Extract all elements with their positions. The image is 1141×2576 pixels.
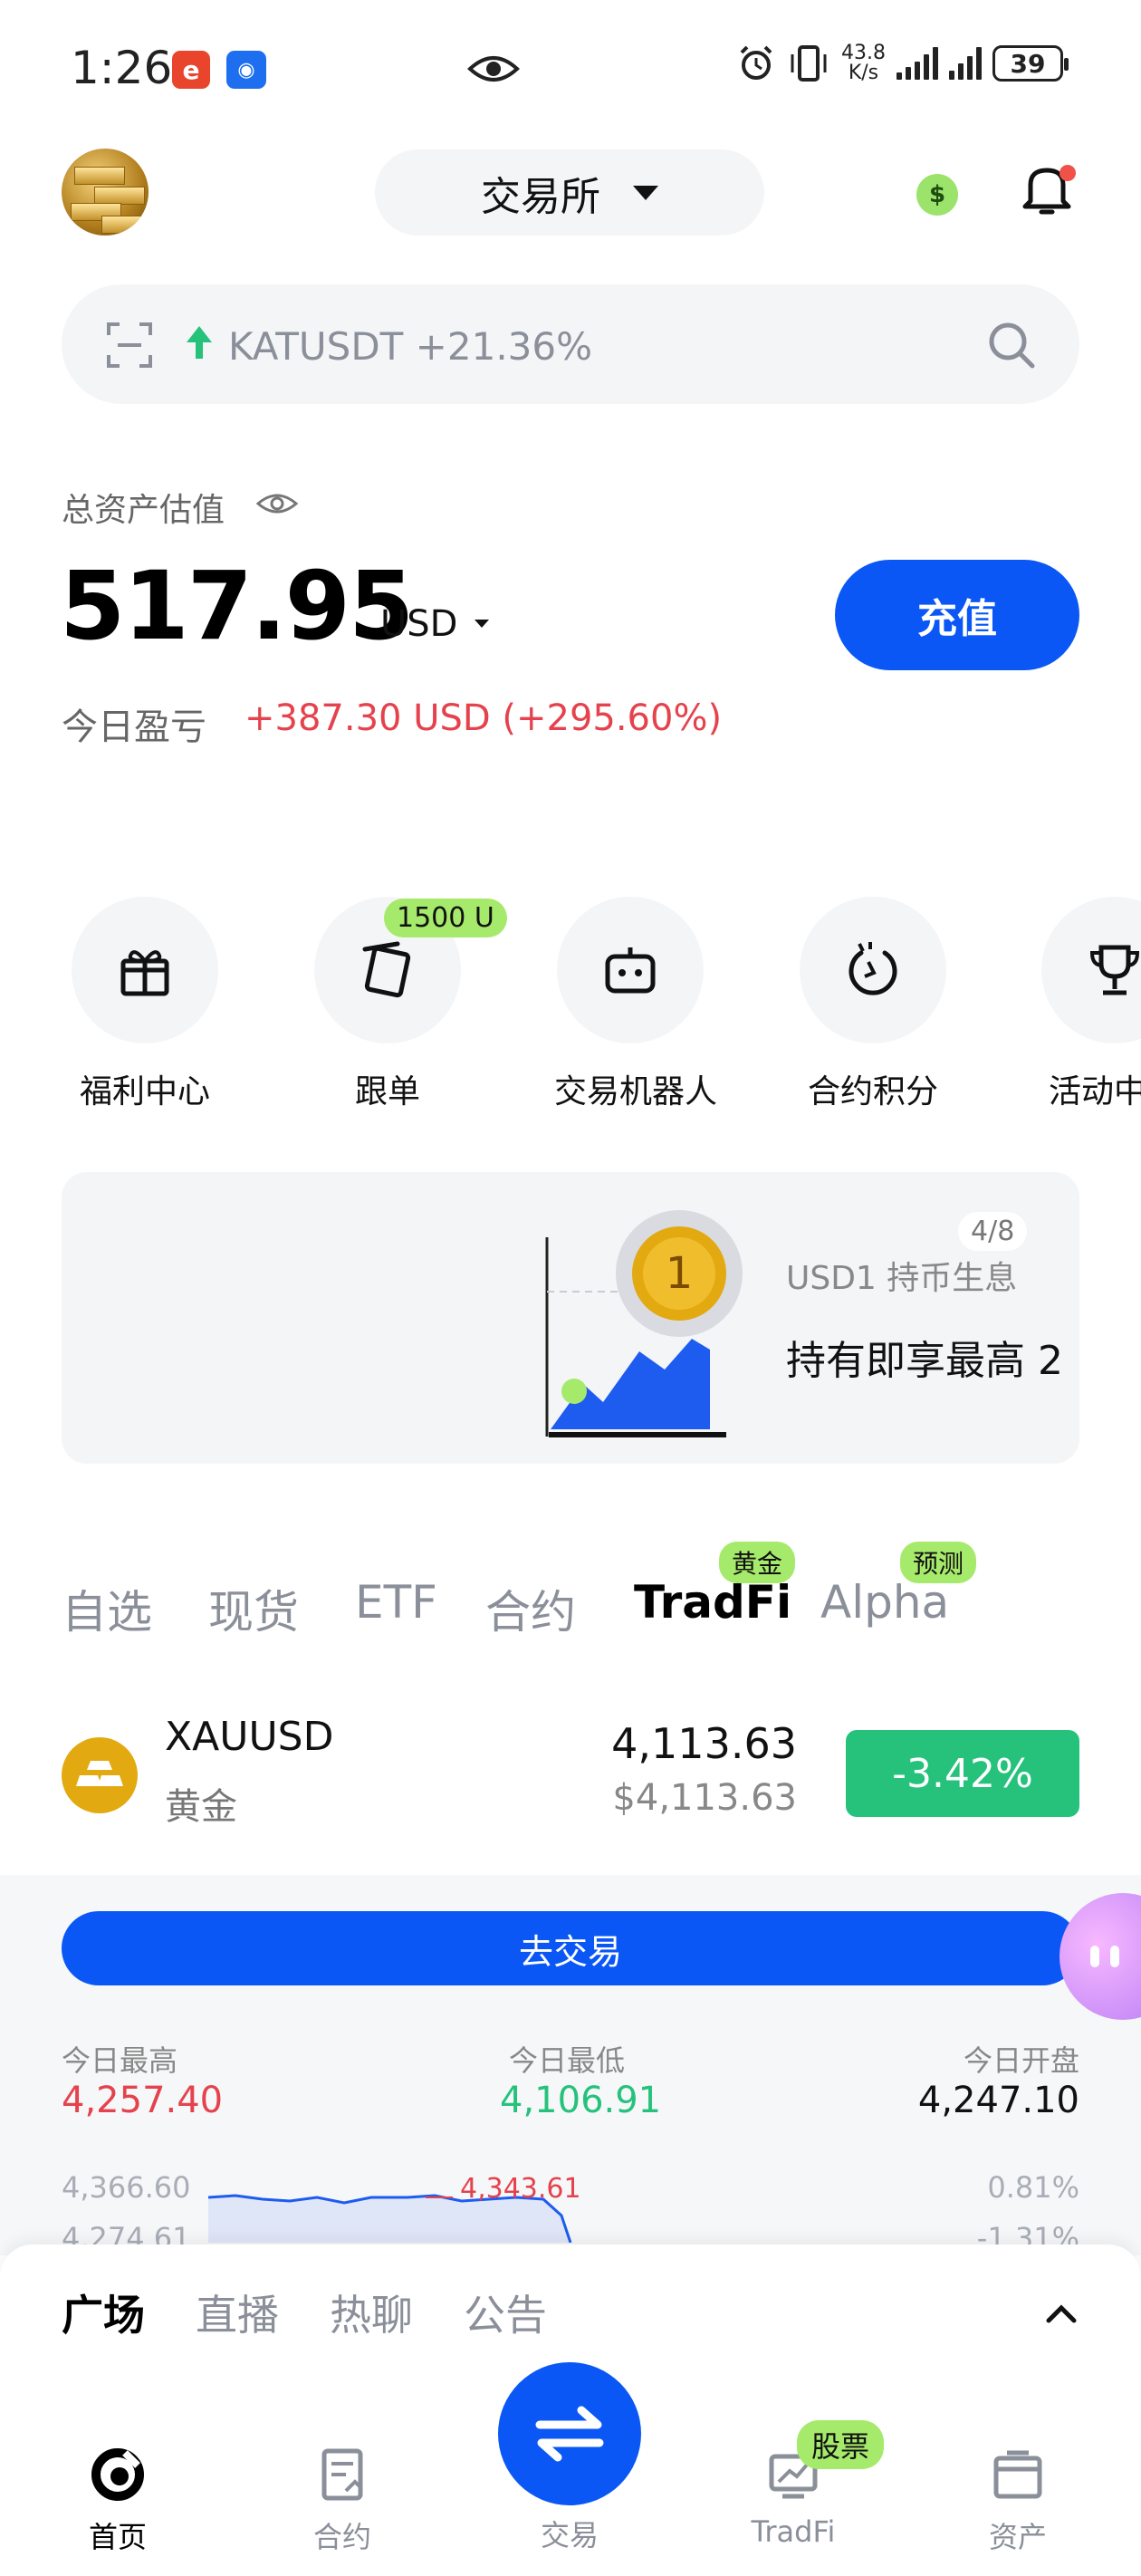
swap-icon: [535, 2406, 604, 2462]
market-change-badge[interactable]: -3.42%: [846, 1730, 1079, 1817]
today-open-label: 今日开盘: [963, 2043, 1079, 2078]
contract-icon: [321, 2448, 363, 2501]
today-low-label: 今日最低: [509, 2043, 626, 2078]
avatar[interactable]: [62, 149, 149, 235]
banner-counter: 4/8: [958, 1212, 1028, 1251]
wallet-icon: [993, 2450, 1042, 2499]
tradfi-stock-badge: 股票: [797, 2420, 885, 2469]
axis-top-label: 4,366.60: [62, 2170, 191, 2205]
tab-alpha[interactable]: Alpha: [820, 1576, 949, 1629]
tab-tradfi[interactable]: TradFi: [634, 1576, 791, 1629]
points-icon: [849, 942, 897, 995]
market-name: 黄金: [165, 1786, 237, 1828]
today-high-label: 今日最高: [62, 2043, 178, 2078]
shortcut-trading-bot[interactable]: 交易机器人: [554, 897, 717, 1112]
caret-down-icon: [633, 185, 658, 200]
today-open-value: 4,247.10: [917, 2080, 1079, 2121]
nav-assets[interactable]: 资产: [964, 2446, 1072, 2556]
copy-trade-badge: 1500 U: [384, 899, 507, 937]
banner-illustration: 1: [545, 1210, 743, 1437]
home-icon: [91, 2448, 144, 2501]
banner-subtitle: 持有即享最高 2: [786, 1338, 1063, 1384]
pnl-value: +387.30 USD (+295.60%): [244, 697, 723, 739]
network-speed: 43.8 K/s: [841, 42, 886, 84]
app-notification-icon: e: [172, 51, 210, 89]
eye-toggle-icon[interactable]: [255, 489, 299, 518]
gift-icon: [120, 950, 169, 996]
trend-up-icon: [187, 326, 212, 359]
tab-watchlist[interactable]: 自选: [62, 1576, 152, 1641]
signal-icon: [896, 47, 938, 80]
battery-icon: 39: [992, 45, 1069, 82]
market-price-usd: $4,113.63: [612, 1777, 797, 1819]
gold-logo-icon: [62, 1737, 138, 1813]
notification-dot: [1060, 165, 1076, 181]
vibrate-icon: [791, 45, 827, 82]
go-trade-button[interactable]: 去交易: [62, 1911, 1079, 1985]
app-notification-icon-2: ◉: [226, 51, 266, 89]
search-trend-text: KATUSDT +21.36%: [228, 324, 593, 369]
banner-title: USD1 持币生息: [786, 1260, 1018, 1297]
balance-value: 517.95: [60, 551, 414, 661]
copy-trade-icon: [362, 941, 411, 998]
nav-home[interactable]: 首页: [63, 2446, 172, 2556]
nav-trade-button[interactable]: [498, 2362, 641, 2505]
alarm-icon: [740, 45, 772, 80]
deposit-button[interactable]: 充值: [835, 560, 1079, 670]
search-icon[interactable]: [985, 319, 1038, 371]
scan-icon[interactable]: [105, 321, 154, 370]
shortcut-welfare-center[interactable]: 福利中心: [69, 897, 221, 1112]
gold-bars-icon: [76, 1761, 123, 1786]
status-time: 1:26: [71, 42, 173, 94]
tab-contract[interactable]: 合约: [485, 1576, 576, 1641]
dollar-icon[interactable]: $: [916, 174, 958, 216]
feed-tab-hot-chat[interactable]: 热聊: [330, 2283, 413, 2342]
coin-number: 1: [666, 1248, 694, 1299]
tab-badge-predict: 预测: [900, 1542, 977, 1583]
pnl-label: 今日盈亏: [62, 706, 206, 748]
currency-unit-selector[interactable]: USD: [380, 603, 457, 645]
exchange-label: 交易所: [481, 173, 600, 220]
shortcut-contract-points[interactable]: 合约积分: [797, 897, 949, 1112]
feed-tab-announcement[interactable]: 公告: [464, 2283, 547, 2342]
robot-icon: [605, 947, 656, 994]
status-right-cluster: 43.8 K/s 39: [736, 42, 1069, 84]
nav-contract[interactable]: 合约: [288, 2446, 397, 2556]
today-low-value: 4,106.91: [500, 2080, 662, 2121]
feed-tab-square[interactable]: 广场: [62, 2283, 145, 2342]
exchange-switcher[interactable]: 交易所: [375, 149, 764, 235]
tab-badge-gold: 黄金: [719, 1542, 796, 1583]
marker-label: 4,343.61: [460, 2173, 581, 2205]
market-price: 4,113.63: [611, 1719, 797, 1768]
chevron-up-icon[interactable]: [1043, 2301, 1079, 2326]
shortcut-activity-center[interactable]: 活动中: [1040, 897, 1141, 1112]
pct-top-label: 0.81%: [987, 2170, 1079, 2205]
caret-down-icon: [475, 620, 489, 628]
nav-trade-label: 交易: [540, 2518, 599, 2552]
feed-tab-live[interactable]: 直播: [196, 2283, 279, 2342]
tab-spot[interactable]: 现货: [208, 1576, 299, 1641]
assistant-icon: [1090, 1946, 1119, 1967]
promo-banner[interactable]: 1: [62, 1172, 1079, 1464]
today-high-value: 4,257.40: [62, 2080, 224, 2121]
market-symbol[interactable]: XAUUSD: [165, 1714, 333, 1760]
asset-label: 总资产估值: [62, 492, 225, 529]
trophy-icon: [1089, 945, 1140, 995]
price-sparkline: 4,343.61: [208, 2173, 581, 2243]
signal-icon-2: [949, 47, 982, 80]
tab-etf[interactable]: ETF: [355, 1576, 437, 1629]
eye-icon: [467, 56, 520, 82]
